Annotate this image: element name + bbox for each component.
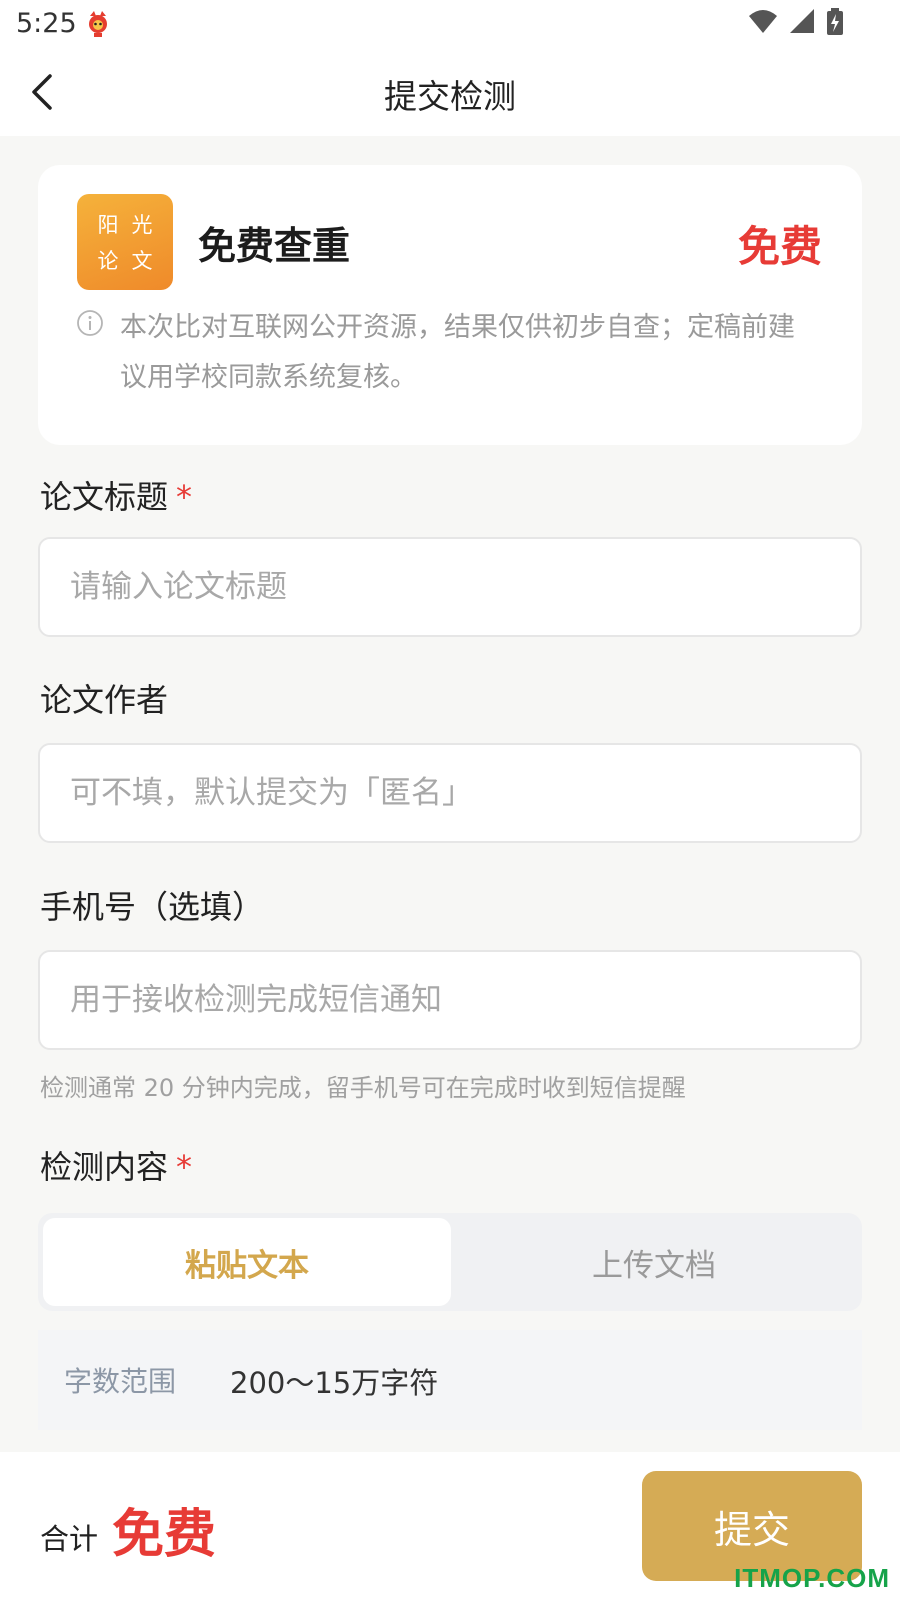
author-label: 论文作者: [40, 681, 169, 719]
title-label-text: 论文标题: [40, 478, 169, 516]
content-label-text: 检测内容: [40, 1148, 169, 1186]
phone-input[interactable]: [38, 950, 862, 1050]
status-icons: [742, 8, 844, 38]
battery-charging-icon: [827, 8, 843, 35]
logo-char: 文: [131, 249, 153, 273]
product-card: 阳 光 论 文 免费查重 免费 本次比对互联网公开资源，结果仅供初步自查；定稿前…: [38, 165, 862, 445]
watermark: ITMOP.COM: [734, 1563, 890, 1593]
word-range-row: 字数范围 200～15万字符: [38, 1330, 862, 1430]
signal-icon: [789, 9, 814, 33]
tab-paste-text[interactable]: 粘贴文本: [43, 1218, 451, 1306]
logo-char: 论: [97, 249, 119, 273]
word-range-value: 200～15万字符: [230, 1366, 439, 1400]
phone-hint: 检测通常 20 分钟内完成，留手机号可在完成时收到短信提醒: [40, 1074, 686, 1102]
required-mark: *: [176, 1148, 193, 1186]
wifi-icon: [748, 10, 777, 33]
total-label: 合计: [40, 1522, 99, 1556]
page-title: 提交检测: [384, 77, 516, 116]
title-input[interactable]: [38, 537, 862, 637]
bottom-bar: 合计 免费 提交 ITMOP.COM: [0, 1452, 900, 1600]
status-time: 5:25: [16, 8, 77, 39]
author-input[interactable]: [38, 743, 862, 843]
required-mark: *: [176, 478, 193, 516]
content-label: 检测内容 *: [40, 1142, 192, 1188]
word-range-label: 字数范围: [64, 1365, 177, 1398]
content-mode-tabs: 粘贴文本 上传文档: [38, 1213, 862, 1311]
status-bar: 5:25: [0, 0, 900, 50]
info-icon: [77, 310, 103, 336]
logo-char: 阳: [97, 213, 119, 237]
tab-upload-document[interactable]: 上传文档: [450, 1218, 858, 1306]
total-value: 免费: [112, 1505, 217, 1565]
product-logo: 阳 光 论 文: [77, 194, 173, 290]
title-label: 论文标题 *: [40, 472, 192, 518]
product-price: 免费: [737, 222, 822, 271]
mascot-notification-icon: [89, 11, 107, 37]
logo-char: 光: [131, 213, 153, 237]
nav-bar: 提交检测: [0, 50, 900, 136]
product-name: 免费查重: [198, 224, 351, 268]
product-notice: 本次比对互联网公开资源，结果仅供初步自查；定稿前建议用学校同款系统复核。: [120, 312, 795, 393]
phone-label: 手机号（选填）: [40, 888, 265, 926]
